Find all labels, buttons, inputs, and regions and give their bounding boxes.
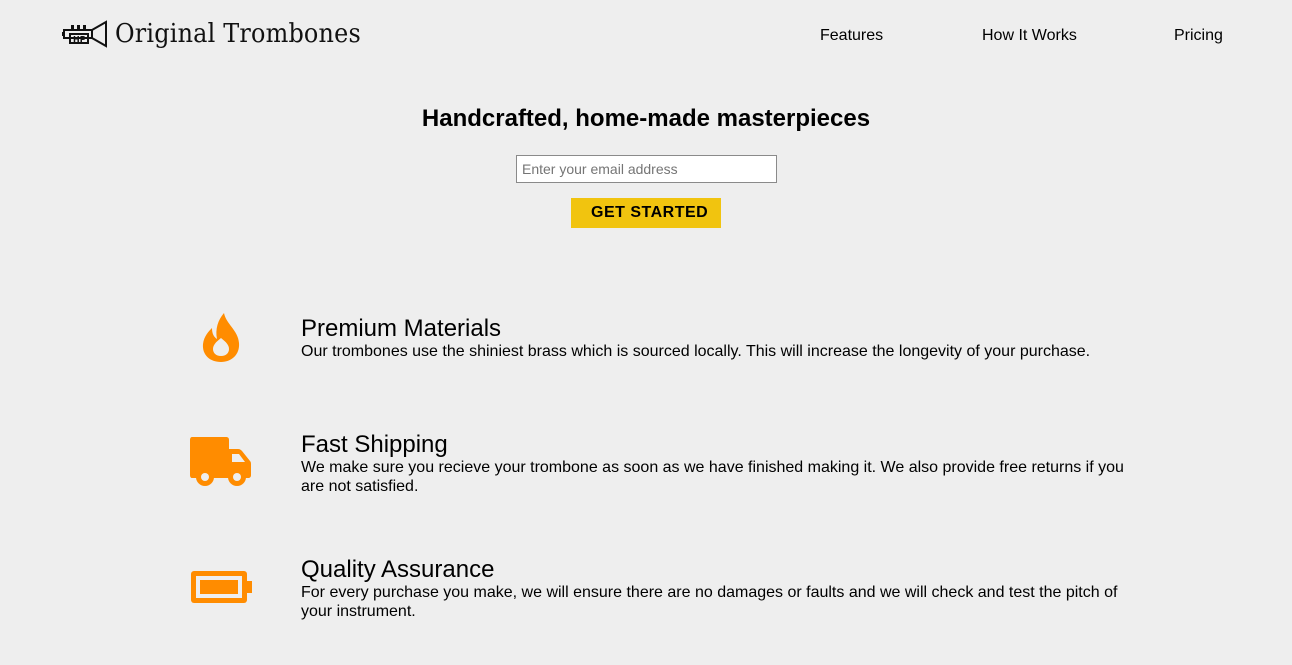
fire-icon bbox=[202, 313, 240, 362]
feature-title: Fast Shipping bbox=[301, 431, 448, 458]
nav-link-features[interactable]: Features bbox=[820, 27, 883, 45]
trumpet-logo-icon: HP bbox=[62, 20, 107, 48]
hero-title: Handcrafted, home-made masterpieces bbox=[421, 105, 871, 132]
site-header: HP Original Trombones Features How It Wo… bbox=[0, 0, 1292, 70]
feature-description: For every purchase you make, we will ens… bbox=[301, 584, 1118, 620]
get-started-button[interactable]: GET STARTED bbox=[571, 198, 721, 228]
svg-text:HP: HP bbox=[73, 35, 86, 44]
truck-icon bbox=[190, 437, 251, 486]
battery-icon bbox=[191, 571, 252, 603]
brand-logo[interactable]: HP Original Trombones bbox=[62, 16, 382, 52]
brand-name: Original Trombones bbox=[115, 19, 361, 49]
nav-link-how-it-works[interactable]: How It Works bbox=[982, 27, 1077, 45]
nav-link-pricing[interactable]: Pricing bbox=[1174, 27, 1223, 45]
feature-description: Our trombones use the shiniest brass whi… bbox=[301, 343, 1091, 360]
feature-description: We make sure you recieve your trombone a… bbox=[301, 459, 1124, 495]
feature-title: Quality Assurance bbox=[301, 556, 495, 583]
feature-title: Premium Materials bbox=[301, 315, 502, 342]
email-input[interactable] bbox=[516, 155, 777, 183]
